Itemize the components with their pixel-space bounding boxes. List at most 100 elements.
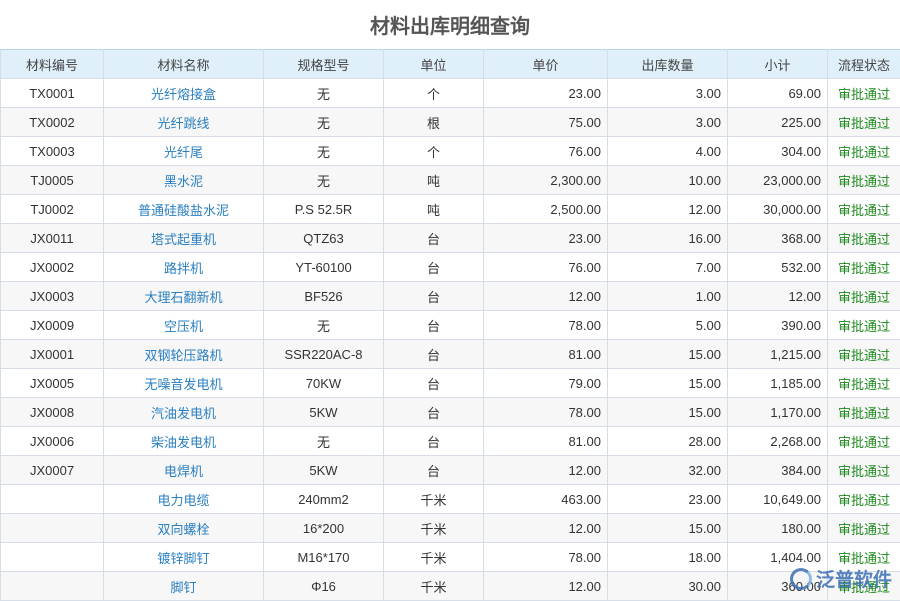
col-header-unit[interactable]: 单位: [384, 50, 484, 79]
table-row[interactable]: TX0002光纤跳线无根75.003.00225.00审批通过: [1, 108, 900, 137]
table-row[interactable]: TJ0002普通硅酸盐水泥P.S 52.5R吨2,500.0012.0030,0…: [1, 195, 900, 224]
cell-material-name[interactable]: 脚钉: [104, 572, 264, 601]
cell-unit-price: 12.00: [484, 456, 608, 485]
cell-subtotal: 30,000.00: [728, 195, 828, 224]
col-header-name[interactable]: 材料名称: [104, 50, 264, 79]
cell-material-code: JX0009: [1, 311, 104, 340]
cell-material-name[interactable]: 光纤熔接盒: [104, 79, 264, 108]
cell-unit-price: 75.00: [484, 108, 608, 137]
cell-status[interactable]: 审批通过: [828, 456, 900, 485]
cell-unit: 台: [384, 398, 484, 427]
cell-material-name[interactable]: 电力电缆: [104, 485, 264, 514]
table-row[interactable]: TX0001光纤熔接盒无个23.003.0069.00审批通过: [1, 79, 900, 108]
table-row[interactable]: JX0005无噪音发电机70KW台79.0015.001,185.00审批通过: [1, 369, 900, 398]
table-row[interactable]: JX0011塔式起重机QTZ63台23.0016.00368.00审批通过: [1, 224, 900, 253]
cell-material-name[interactable]: 无噪音发电机: [104, 369, 264, 398]
cell-spec: 5KW: [264, 398, 384, 427]
cell-status[interactable]: 审批通过: [828, 340, 900, 369]
table-row[interactable]: 电力电缆240mm2千米463.0023.0010,649.00审批通过: [1, 485, 900, 514]
cell-spec: YT-60100: [264, 253, 384, 282]
table-row[interactable]: JX0007电焊机5KW台12.0032.00384.00审批通过: [1, 456, 900, 485]
table-row[interactable]: JX0003大理石翻新机BF526台12.001.0012.00审批通过: [1, 282, 900, 311]
cell-unit-price: 12.00: [484, 514, 608, 543]
cell-unit: 台: [384, 340, 484, 369]
table-row[interactable]: TJ0005黑水泥无吨2,300.0010.0023,000.00审批通过: [1, 166, 900, 195]
cell-material-name[interactable]: 汽油发电机: [104, 398, 264, 427]
cell-spec: 无: [264, 79, 384, 108]
cell-status[interactable]: 审批通过: [828, 224, 900, 253]
cell-unit: 根: [384, 108, 484, 137]
col-header-qty[interactable]: 出库数量: [608, 50, 728, 79]
table-row[interactable]: TX0003光纤尾无个76.004.00304.00审批通过: [1, 137, 900, 166]
cell-material-name[interactable]: 电焊机: [104, 456, 264, 485]
cell-unit-price: 2,500.00: [484, 195, 608, 224]
cell-status[interactable]: 审批通过: [828, 282, 900, 311]
cell-spec: QTZ63: [264, 224, 384, 253]
cell-status[interactable]: 审批通过: [828, 253, 900, 282]
col-header-price[interactable]: 单价: [484, 50, 608, 79]
page-title: 材料出库明细查询: [0, 0, 900, 48]
cell-spec: Φ16: [264, 572, 384, 601]
cell-material-name[interactable]: 光纤尾: [104, 137, 264, 166]
cell-quantity: 15.00: [608, 514, 728, 543]
table-row[interactable]: 双向螺栓16*200千米12.0015.00180.00审批通过: [1, 514, 900, 543]
table-row[interactable]: JX0008汽油发电机5KW台78.0015.001,170.00审批通过: [1, 398, 900, 427]
cell-spec: 16*200: [264, 514, 384, 543]
brand-logo: 泛普软件: [790, 565, 892, 592]
cell-status[interactable]: 审批通过: [828, 137, 900, 166]
cell-spec: 70KW: [264, 369, 384, 398]
cell-quantity: 28.00: [608, 427, 728, 456]
table-body: TX0001光纤熔接盒无个23.003.0069.00审批通过TX0002光纤跳…: [1, 79, 900, 601]
cell-unit: 千米: [384, 543, 484, 572]
cell-status[interactable]: 审批通过: [828, 398, 900, 427]
cell-quantity: 12.00: [608, 195, 728, 224]
cell-status[interactable]: 审批通过: [828, 195, 900, 224]
cell-status[interactable]: 审批通过: [828, 166, 900, 195]
cell-status[interactable]: 审批通过: [828, 79, 900, 108]
cell-spec: P.S 52.5R: [264, 195, 384, 224]
cell-spec: 240mm2: [264, 485, 384, 514]
cell-material-name[interactable]: 塔式起重机: [104, 224, 264, 253]
table-row[interactable]: 镀锌脚钉M16*170千米78.0018.001,404.00审批通过: [1, 543, 900, 572]
cell-status[interactable]: 审批通过: [828, 427, 900, 456]
table-row[interactable]: JX0009空压机无台78.005.00390.00审批通过: [1, 311, 900, 340]
cell-material-code: JX0006: [1, 427, 104, 456]
cell-status[interactable]: 审批通过: [828, 514, 900, 543]
cell-material-name[interactable]: 大理石翻新机: [104, 282, 264, 311]
table-row[interactable]: 脚钉Φ16千米12.0030.00360.00审批通过: [1, 572, 900, 601]
cell-subtotal: 12.00: [728, 282, 828, 311]
col-header-subtotal[interactable]: 小计: [728, 50, 828, 79]
cell-material-name[interactable]: 空压机: [104, 311, 264, 340]
cell-material-code: TX0002: [1, 108, 104, 137]
col-header-spec[interactable]: 规格型号: [264, 50, 384, 79]
col-header-code[interactable]: 材料编号: [1, 50, 104, 79]
cell-material-name[interactable]: 普通硅酸盐水泥: [104, 195, 264, 224]
cell-unit-price: 76.00: [484, 253, 608, 282]
table-row[interactable]: JX0001双钢轮压路机SSR220AC-8台81.0015.001,215.0…: [1, 340, 900, 369]
cell-material-name[interactable]: 双钢轮压路机: [104, 340, 264, 369]
table-row[interactable]: JX0006柴油发电机无台81.0028.002,268.00审批通过: [1, 427, 900, 456]
cell-status[interactable]: 审批通过: [828, 108, 900, 137]
cell-subtotal: 384.00: [728, 456, 828, 485]
cell-material-name[interactable]: 路拌机: [104, 253, 264, 282]
table-header-row: 材料编号材料名称规格型号单位单价出库数量小计流程状态: [1, 50, 900, 79]
cell-unit-price: 81.00: [484, 427, 608, 456]
cell-material-name[interactable]: 黑水泥: [104, 166, 264, 195]
cell-material-code: TJ0002: [1, 195, 104, 224]
cell-unit-price: 78.00: [484, 311, 608, 340]
cell-material-name[interactable]: 双向螺栓: [104, 514, 264, 543]
table-row[interactable]: JX0002路拌机YT-60100台76.007.00532.00审批通过: [1, 253, 900, 282]
cell-material-code: [1, 485, 104, 514]
col-header-status[interactable]: 流程状态: [828, 50, 900, 79]
cell-unit-price: 2,300.00: [484, 166, 608, 195]
cell-material-name[interactable]: 光纤跳线: [104, 108, 264, 137]
cell-subtotal: 23,000.00: [728, 166, 828, 195]
cell-material-name[interactable]: 镀锌脚钉: [104, 543, 264, 572]
cell-unit: 台: [384, 369, 484, 398]
cell-status[interactable]: 审批通过: [828, 369, 900, 398]
cell-status[interactable]: 审批通过: [828, 485, 900, 514]
cell-unit: 千米: [384, 485, 484, 514]
cell-status[interactable]: 审批通过: [828, 311, 900, 340]
cell-quantity: 15.00: [608, 369, 728, 398]
cell-material-name[interactable]: 柴油发电机: [104, 427, 264, 456]
